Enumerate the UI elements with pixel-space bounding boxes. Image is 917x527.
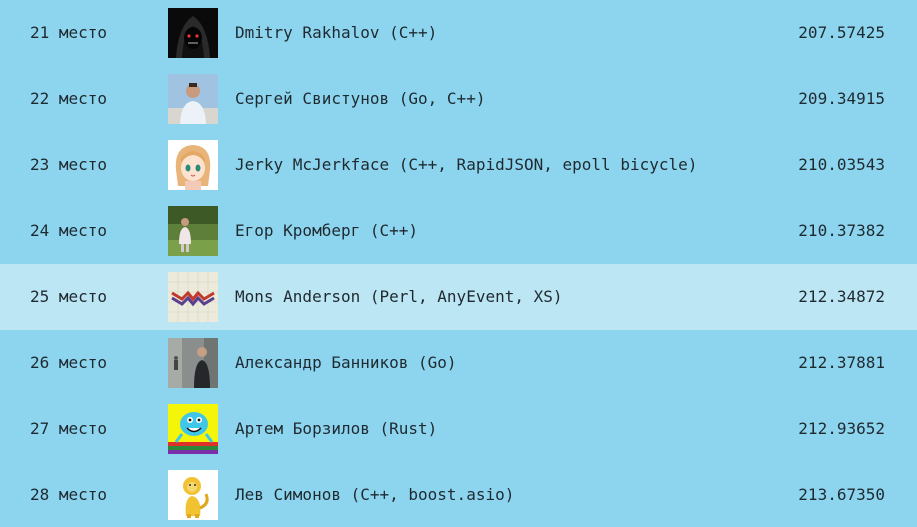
leaderboard-row[interactable]: 24 место Егор Кромберг (C++) 210.37382 [0,198,917,264]
leaderboard-row[interactable]: 22 место Сергей Свистунов (Go, C++) 209.… [0,66,917,132]
participant-name: Mons Anderson (Perl, AnyEvent, XS) [235,287,563,306]
leaderboard-row[interactable]: 23 место Jerky McJerkface (C++, RapidJSO… [0,132,917,198]
place-label: 26 место [30,353,108,372]
anime-girl-avatar-icon [168,140,218,190]
place-label: 27 место [30,419,108,438]
participant-name: Dmitry Rakhalov (C++) [235,23,438,42]
score-value: 213.67350 [798,485,885,504]
participant-name: Александр Банников (Go) [235,353,457,372]
participant-name: Егор Кромберг (C++) [235,221,419,240]
leaderboard-row[interactable]: 26 место Александр Банников (Go) 212.378… [0,330,917,396]
participant-name: Сергей Свистунов (Go, C++) [235,89,486,108]
place-label: 21 место [30,23,108,42]
score-value: 209.34915 [798,89,885,108]
person-photo-avatar-icon [168,74,218,124]
participant-name: Артем Борзилов (Rust) [235,419,438,438]
place-label: 22 место [30,89,108,108]
leaderboard-row[interactable]: 21 место Dmitry Rakhalov (C++) 207.57425 [0,0,917,66]
hooded-figure-avatar-icon [168,8,218,58]
person-street-avatar-icon [168,338,218,388]
place-label: 24 место [30,221,108,240]
wave-logo-avatar-icon [168,272,218,322]
leaderboard: 21 место Dmitry Rakhalov (C++) 207.57425… [0,0,917,527]
score-value: 210.37382 [798,221,885,240]
leaderboard-row[interactable]: 28 место Лев Симонов (C++, boost.asio) 2… [0,462,917,527]
place-label: 25 место [30,287,108,306]
score-value: 212.93652 [798,419,885,438]
score-value: 210.03543 [798,155,885,174]
cartoon-lion-avatar-icon [168,470,218,520]
score-value: 207.57425 [798,23,885,42]
participant-name: Лев Симонов (C++, boost.asio) [235,485,515,504]
leaderboard-row-highlighted[interactable]: 25 место Mons Anderson (Perl, AnyEvent, … [0,264,917,330]
place-label: 28 место [30,485,108,504]
place-label: 23 место [30,155,108,174]
cartoon-monster-avatar-icon [168,404,218,454]
person-outdoors-avatar-icon [168,206,218,256]
participant-name: Jerky McJerkface (C++, RapidJSON, epoll … [235,155,698,174]
leaderboard-row[interactable]: 27 место Артем Борзилов (Rust) 212.93652 [0,396,917,462]
score-value: 212.34872 [798,287,885,306]
score-value: 212.37881 [798,353,885,372]
